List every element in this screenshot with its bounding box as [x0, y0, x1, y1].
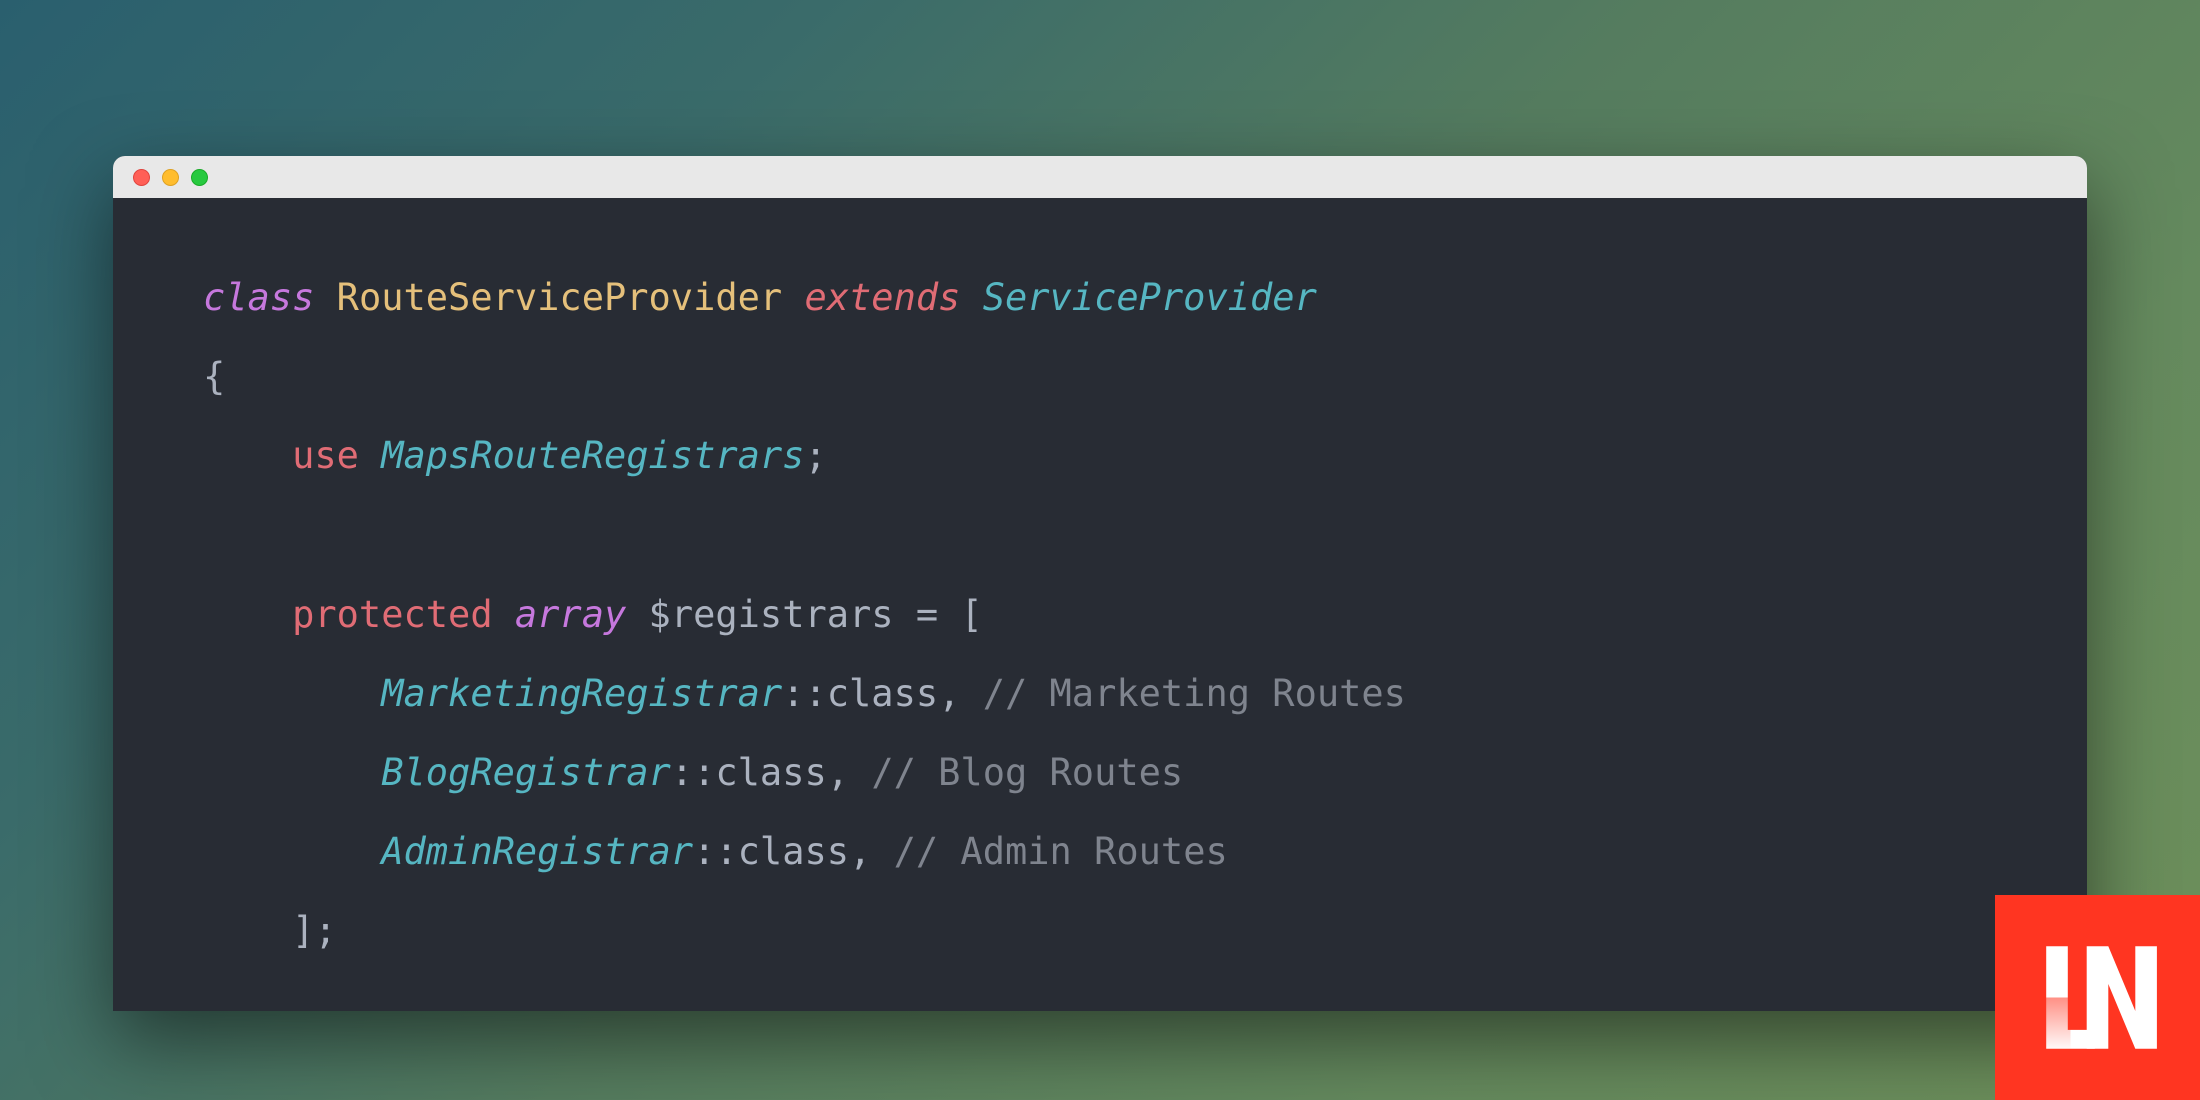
- code-line-1: class RouteServiceProvider extends Servi…: [203, 258, 1997, 337]
- class-prop: class: [827, 672, 938, 715]
- scope-op: ::: [693, 830, 738, 873]
- code-line-3: use MapsRouteRegistrars;: [203, 416, 1997, 495]
- class-name: RouteServiceProvider: [337, 276, 783, 319]
- trait-name: MapsRouteRegistrars: [381, 434, 804, 477]
- code-editor[interactable]: class RouteServiceProvider extends Servi…: [113, 198, 2087, 1011]
- comma: ,: [849, 830, 871, 873]
- class-ref-admin: AdminRegistrar: [381, 830, 693, 873]
- keyword-array: array: [515, 593, 626, 636]
- maximize-button[interactable]: [191, 169, 208, 186]
- code-line-8: ];: [203, 891, 1997, 970]
- ln-logo: [1995, 895, 2200, 1100]
- keyword-protected: protected: [292, 593, 492, 636]
- comment-admin: // Admin Routes: [894, 830, 1228, 873]
- variable-name: $registrars: [649, 593, 894, 636]
- comment-marketing: // Marketing Routes: [983, 672, 1406, 715]
- class-ref-blog: BlogRegistrar: [381, 751, 671, 794]
- code-line-6: BlogRegistrar::class, // Blog Routes: [203, 733, 1997, 812]
- scope-op: ::: [671, 751, 716, 794]
- parent-class: ServiceProvider: [983, 276, 1317, 319]
- class-prop: class: [715, 751, 826, 794]
- code-line-2: {: [203, 337, 1997, 416]
- code-line-7: AdminRegistrar::class, // Admin Routes: [203, 812, 1997, 891]
- code-line-4: protected array $registrars = [: [203, 575, 1997, 654]
- close-button[interactable]: [133, 169, 150, 186]
- code-line-5: MarketingRegistrar::class, // Marketing …: [203, 654, 1997, 733]
- semicolon: ;: [804, 434, 826, 477]
- comment-blog: // Blog Routes: [871, 751, 1183, 794]
- minimize-button[interactable]: [162, 169, 179, 186]
- window-titlebar: [113, 156, 2087, 198]
- open-brace: {: [203, 355, 225, 398]
- comma: ,: [827, 751, 849, 794]
- ln-logo-icon: [2030, 930, 2165, 1065]
- keyword-use: use: [292, 434, 359, 477]
- class-ref-marketing: MarketingRegistrar: [381, 672, 782, 715]
- code-line-blank: [203, 496, 1997, 575]
- scope-op: ::: [782, 672, 827, 715]
- editor-window: class RouteServiceProvider extends Servi…: [113, 156, 2087, 1011]
- open-bracket: [: [960, 593, 982, 636]
- class-prop: class: [738, 830, 849, 873]
- comma: ,: [938, 672, 960, 715]
- keyword-extends: extends: [804, 276, 960, 319]
- keyword-class: class: [203, 276, 314, 319]
- equals-op: =: [916, 593, 938, 636]
- close-bracket-semi: ];: [292, 909, 337, 952]
